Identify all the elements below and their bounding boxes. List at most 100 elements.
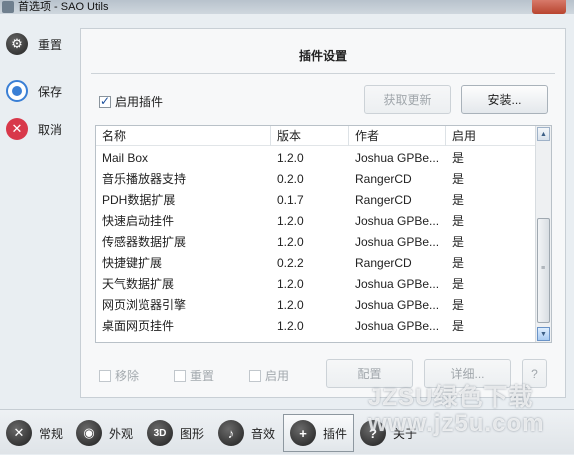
cell-enabled: 是 bbox=[452, 214, 465, 228]
tab-plugins[interactable]: + 插件 bbox=[283, 414, 355, 452]
sidebar-item-label: 保存 bbox=[38, 84, 63, 99]
checkbox-icon bbox=[174, 369, 186, 382]
enable-plugins-checkbox[interactable]: 启用插件 bbox=[99, 93, 163, 110]
divider bbox=[91, 73, 555, 74]
cell-author: Joshua GPBe... bbox=[355, 214, 440, 228]
column-header-author[interactable]: 作者 bbox=[349, 126, 446, 146]
gear-icon: ⚙ bbox=[6, 33, 28, 55]
cell-enabled: 是 bbox=[452, 172, 465, 186]
sidebar: ⚙ 重置 保存 ✕ 取消 bbox=[0, 14, 78, 409]
scroll-down-arrow-icon[interactable]: ▼ bbox=[537, 327, 550, 341]
title-bar: 首选项 - SAO Utils bbox=[0, 0, 574, 14]
cell-name: PDH数据扩展 bbox=[102, 193, 176, 207]
cell-enabled: 是 bbox=[452, 235, 465, 249]
close-icon: ✕ bbox=[6, 118, 28, 140]
cell-author: Joshua GPBe... bbox=[355, 277, 440, 291]
table-row[interactable]: 传感器数据扩展 1.2.0 Joshua GPBe... 是 bbox=[96, 232, 537, 253]
cell-version: 1.2.0 bbox=[277, 235, 304, 249]
sidebar-item-label: 取消 bbox=[38, 122, 63, 137]
cell-author: Joshua GPBe... bbox=[355, 235, 440, 249]
cell-name: Mail Box bbox=[102, 151, 149, 165]
app-icon bbox=[2, 1, 14, 13]
cell-author: RangerCD bbox=[355, 193, 412, 207]
bottom-toolbar: ✕ 常规 ◉ 外观 3D 图形 ♪ 音效 + 插件 ? 关于 bbox=[0, 409, 574, 454]
table-row[interactable]: PDH数据扩展 0.1.7 RangerCD 是 bbox=[96, 190, 537, 211]
grip-icon: ≡ bbox=[541, 265, 546, 272]
checkbox-checked-icon bbox=[99, 94, 111, 108]
table-row[interactable]: 网页浏览器引擎 1.2.0 Joshua GPBe... 是 bbox=[96, 295, 537, 316]
tab-label: 常规 bbox=[39, 426, 64, 441]
window-title: 首选项 - SAO Utils bbox=[18, 1, 109, 13]
wrench-icon: ✕ bbox=[6, 420, 32, 446]
remove-checkbox[interactable]: 移除 bbox=[99, 367, 139, 384]
cell-enabled: 是 bbox=[452, 277, 465, 291]
enable-plugins-label: 启用插件 bbox=[115, 95, 164, 109]
cell-name: 音乐播放器支持 bbox=[102, 172, 187, 186]
tab-appearance[interactable]: ◉ 外观 bbox=[76, 414, 133, 452]
enable-checkbox[interactable]: 启用 bbox=[249, 367, 289, 384]
table-scrollbar[interactable]: ▲ ≡ ▼ bbox=[535, 126, 551, 342]
configure-button[interactable]: 配置 bbox=[326, 359, 413, 388]
sidebar-item-reset[interactable]: ⚙ 重置 bbox=[6, 32, 76, 56]
column-header-enabled[interactable]: 启用 bbox=[446, 126, 537, 146]
question-icon: ? bbox=[360, 420, 386, 446]
scrollbar-thumb[interactable]: ≡ bbox=[537, 218, 550, 323]
cell-name: 网页浏览器引擎 bbox=[102, 298, 187, 312]
cell-name: 传感器数据扩展 bbox=[102, 235, 187, 249]
cell-enabled: 是 bbox=[452, 298, 465, 312]
cell-author: Joshua GPBe... bbox=[355, 298, 440, 312]
column-header-name[interactable]: 名称 bbox=[96, 126, 271, 146]
scroll-up-arrow-icon[interactable]: ▲ bbox=[537, 127, 550, 141]
3d-icon: 3D bbox=[147, 420, 173, 446]
reset-label: 重置 bbox=[190, 369, 215, 383]
radio-icon bbox=[6, 80, 28, 102]
table-row[interactable]: 天气数据扩展 1.2.0 Joshua GPBe... 是 bbox=[96, 274, 537, 295]
cell-version: 0.2.2 bbox=[277, 256, 304, 270]
cell-author: Joshua GPBe... bbox=[355, 151, 440, 165]
cell-name: 快捷键扩展 bbox=[102, 256, 163, 270]
tab-sound[interactable]: ♪ 音效 bbox=[218, 414, 275, 452]
details-button[interactable]: 详细... bbox=[424, 359, 511, 388]
plugin-table: 名称 版本 作者 启用 Mail Box 1.2.0 Joshua GPBe... 是… bbox=[95, 125, 552, 343]
cell-name: 快速启动挂件 bbox=[102, 214, 175, 228]
speaker-icon: ♪ bbox=[218, 420, 244, 446]
cell-name: 天气数据扩展 bbox=[102, 277, 175, 291]
tab-general[interactable]: ✕ 常规 bbox=[6, 414, 63, 452]
cell-version: 0.1.7 bbox=[277, 193, 304, 207]
tab-graphics[interactable]: 3D 图形 bbox=[147, 414, 204, 452]
reset-checkbox[interactable]: 重置 bbox=[174, 367, 214, 384]
cell-author: Joshua GPBe... bbox=[355, 319, 440, 333]
tab-label: 插件 bbox=[323, 426, 348, 441]
cell-author: RangerCD bbox=[355, 172, 412, 186]
checkbox-icon bbox=[249, 369, 261, 382]
sidebar-item-cancel[interactable]: ✕ 取消 bbox=[6, 117, 76, 141]
window-close-button[interactable] bbox=[532, 0, 566, 14]
plugin-settings-panel: 插件设置 启用插件 获取更新 安装... 名称 版本 作者 启用 Mail Bo… bbox=[80, 28, 566, 398]
cell-version: 1.2.0 bbox=[277, 319, 304, 333]
tab-label: 音效 bbox=[251, 426, 276, 441]
table-row[interactable]: 桌面网页挂件 1.2.0 Joshua GPBe... 是 bbox=[96, 316, 537, 337]
remove-label: 移除 bbox=[115, 369, 140, 383]
panel-title: 插件设置 bbox=[298, 49, 347, 63]
table-row[interactable]: 快捷键扩展 0.2.2 RangerCD 是 bbox=[96, 253, 537, 274]
cell-version: 1.2.0 bbox=[277, 277, 304, 291]
table-row[interactable]: 快速启动挂件 1.2.0 Joshua GPBe... 是 bbox=[96, 211, 537, 232]
sidebar-item-save[interactable]: 保存 bbox=[6, 79, 76, 103]
checkbox-icon bbox=[99, 369, 111, 382]
get-updates-button[interactable]: 获取更新 bbox=[364, 85, 451, 114]
cell-enabled: 是 bbox=[452, 319, 465, 333]
cell-version: 1.2.0 bbox=[277, 151, 304, 165]
plus-icon: + bbox=[290, 420, 316, 446]
column-header-version[interactable]: 版本 bbox=[271, 126, 349, 146]
tab-label: 关于 bbox=[393, 426, 418, 441]
cell-author: RangerCD bbox=[355, 256, 412, 270]
tab-about[interactable]: ? 关于 bbox=[360, 414, 417, 452]
cell-name: 桌面网页挂件 bbox=[102, 319, 175, 333]
table-header: 名称 版本 作者 启用 bbox=[96, 126, 537, 146]
table-row[interactable]: 音乐播放器支持 0.2.0 RangerCD 是 bbox=[96, 169, 537, 190]
cell-enabled: 是 bbox=[452, 256, 465, 270]
help-button[interactable]: ? bbox=[522, 359, 547, 388]
table-row[interactable]: Mail Box 1.2.0 Joshua GPBe... 是 bbox=[96, 148, 537, 169]
cell-enabled: 是 bbox=[452, 193, 465, 207]
install-button[interactable]: 安装... bbox=[461, 85, 548, 114]
